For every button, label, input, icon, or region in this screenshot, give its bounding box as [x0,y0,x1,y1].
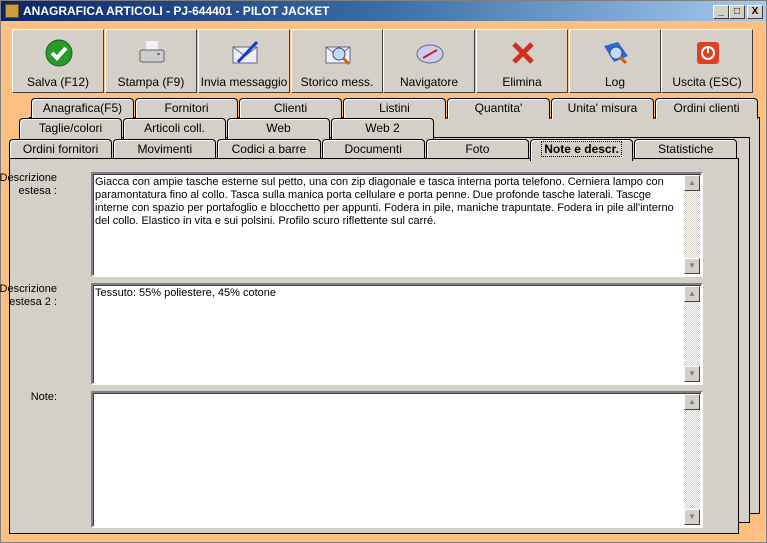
envelope-search-icon [325,46,351,66]
log-search-icon [604,42,628,65]
scroll-down-icon[interactable]: ▼ [684,509,700,525]
toolbar-button-label: Storico mess. [300,75,374,89]
tab-statistiche[interactable]: Statistiche [634,139,738,160]
tab-fornitori[interactable]: Fornitori [135,98,238,119]
scroll-up-icon[interactable]: ▲ [684,394,700,410]
delete-x-icon [512,42,534,64]
desc2-textarea[interactable]: Tessuto: 55% poliestere, 45% cotone ▲ ▼ [91,283,703,385]
tab-note-e-descr[interactable]: Note e descr. [530,139,634,161]
tab-web-2[interactable]: Web 2 [331,118,434,139]
maximize-button[interactable]: □ [729,5,745,19]
toolbar-button-envelope-pen[interactable]: Invia messaggio [198,29,290,93]
tab-label: Taglie/colori [38,121,103,135]
tab-foto[interactable]: Foto [425,139,529,160]
app-icon [5,4,19,18]
tab-articoli-coll[interactable]: Articoli coll. [123,118,226,139]
tab-label: Web 2 [365,121,400,135]
toolbar-button-label: Salva (F12) [26,75,90,89]
scrollbar[interactable]: ▲ ▼ [684,394,700,525]
toolbar-button-check[interactable]: Salva (F12) [12,29,104,93]
printer-icon [139,41,165,63]
tab-label: Quantita' [474,101,523,115]
toolbar-button-log-search[interactable]: Log [569,29,661,93]
toolbar-button-label: Stampa (F9) [117,75,185,89]
tab-label: Articoli coll. [144,121,205,135]
tab-label: Ordini fornitori [22,142,99,156]
scrollbar[interactable]: ▲ ▼ [684,286,700,382]
tab-taglie-colori[interactable]: Taglie/colori [19,118,122,139]
toolbar-button-label: Uscita (ESC) [672,75,742,89]
tab-label: Note e descr. [541,141,622,157]
note-textarea[interactable]: ▲ ▼ [91,391,703,528]
tab-listini[interactable]: Listini [343,98,446,119]
desc2-label: Descrizione estesa 2 : [0,283,57,308]
toolbar-button-label: Navigatore [399,75,459,89]
scroll-down-icon[interactable]: ▼ [684,258,700,274]
tab-label: Fornitori [164,101,209,115]
toolbar-button-envelope-search[interactable]: Storico mess. [291,29,383,93]
toolbar-button-delete-x[interactable]: Elimina [476,29,568,93]
tab-label: Movimenti [137,142,193,156]
scroll-down-icon[interactable]: ▼ [684,366,700,382]
scroll-up-icon[interactable]: ▲ [684,175,700,191]
scroll-up-icon[interactable]: ▲ [684,286,700,302]
desc-label: Descrizione estesa : [0,172,57,197]
tab-label: Clienti [273,101,308,115]
tab-label: Codici a barre [231,142,307,156]
tab-label: Ordini clienti [673,101,740,115]
tab-anagrafica-f5[interactable]: Anagrafica(F5) [31,98,134,119]
check-icon [45,39,73,67]
window: ANAGRAFICA ARTICOLI - PJ-644401 - PILOT … [0,0,767,543]
tab-movimenti[interactable]: Movimenti [113,139,217,160]
tab-label: Documenti [344,142,402,156]
window-title: ANAGRAFICA ARTICOLI - PJ-644401 - PILOT … [23,4,330,18]
tab-label: Web [266,121,291,135]
tab-label: Listini [379,101,410,115]
desc2-text: Tessuto: 55% poliestere, 45% cotone [95,287,277,299]
tab-ordini-fornitori[interactable]: Ordini fornitori [9,139,113,160]
tab-documenti[interactable]: Documenti [321,139,425,160]
toolbar-button-label: Log [604,75,626,89]
tab-ordini-clienti[interactable]: Ordini clienti [655,98,758,119]
toolbar-button-compass[interactable]: Navigatore [383,29,475,93]
compass-icon [416,44,444,64]
note-label: Note: [30,391,57,403]
scrollbar[interactable]: ▲ ▼ [684,175,700,274]
tab-clienti[interactable]: Clienti [239,98,342,119]
tab-codici-a-barre[interactable]: Codici a barre [217,139,321,160]
tab-unita-misura[interactable]: Unita' misura [551,98,654,119]
tab-quantita[interactable]: Quantita' [447,98,550,119]
tab-page-note: Descrizione estesa : Descrizione estesa … [0,158,739,534]
minimize-button[interactable]: _ [713,5,729,19]
desc-text: Giacca con ampie tasche esterne sul pett… [95,176,677,227]
tab-web[interactable]: Web [227,118,330,139]
toolbar-button-printer[interactable]: Stampa (F9) [105,29,197,93]
power-icon [697,42,719,64]
tab-label: Foto [465,142,490,156]
title-bar: ANAGRAFICA ARTICOLI - PJ-644401 - PILOT … [1,1,766,21]
close-button[interactable]: X [747,5,763,19]
tab-label: Statistiche [658,142,714,156]
toolbar-button-label: Elimina [502,75,542,89]
toolbar-button-power[interactable]: Uscita (ESC) [661,29,753,93]
tab-label: Anagrafica(F5) [42,101,123,115]
envelope-pen-icon [232,40,259,64]
toolbar-button-label: Invia messaggio [200,75,288,89]
tab-label: Unita' misura [567,101,638,115]
desc-textarea[interactable]: Giacca con ampie tasche esterne sul pett… [91,172,703,277]
